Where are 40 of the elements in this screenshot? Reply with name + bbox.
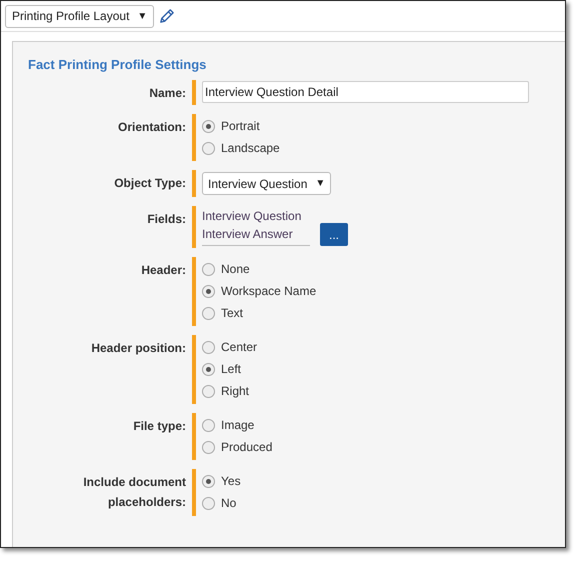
option-label[interactable]: Landscape [221, 141, 280, 155]
radio-button[interactable] [202, 340, 215, 354]
option-label[interactable]: No [221, 496, 236, 510]
option-label[interactable]: Portrait [221, 119, 260, 133]
radio-button[interactable] [202, 284, 215, 298]
radio-button[interactable] [202, 474, 215, 488]
browse-button[interactable]: ... [320, 223, 348, 246]
field-label: Object Type: [66, 170, 196, 197]
radio-button[interactable] [202, 306, 215, 320]
option-label[interactable]: Left [221, 362, 242, 376]
radio-button[interactable] [202, 120, 215, 132]
radio-button[interactable] [202, 362, 215, 376]
radio-button[interactable] [202, 496, 215, 510]
field-label: Include document placeholders: [66, 469, 196, 516]
option-label[interactable]: Workspace Name [221, 284, 316, 298]
field-label: Header position: [66, 335, 196, 404]
option-label[interactable]: Yes [221, 474, 241, 488]
option-label[interactable]: Image [221, 418, 254, 432]
field-label: File type: [66, 413, 196, 460]
object-type-dropdown[interactable]: Interview Question ▼ [202, 172, 332, 195]
option-label[interactable]: Center [221, 340, 258, 354]
field-value: Interview Answer [202, 226, 294, 243]
option-label[interactable]: Text [221, 306, 244, 320]
radio-button[interactable] [202, 142, 215, 154]
radio-button[interactable] [202, 384, 215, 398]
layout-dropdown[interactable]: Printing Profile Layout ▼ [5, 4, 154, 28]
name-input[interactable]: Interview Question Detail [202, 81, 529, 103]
field-value: Interview Question [202, 208, 302, 225]
option-label[interactable]: None [221, 262, 250, 276]
field-label: Orientation: [66, 114, 196, 161]
radio-button[interactable] [202, 440, 215, 454]
radio-button[interactable] [202, 418, 215, 432]
pencil-icon[interactable] [158, 8, 176, 24]
option-label[interactable]: Right [221, 384, 250, 398]
option-label[interactable]: Produced [221, 440, 272, 454]
field-label: Header: [66, 257, 196, 326]
field-label: Name: [66, 80, 196, 105]
radio-button[interactable] [202, 262, 215, 276]
field-label: Fields: [66, 206, 196, 248]
panel-title: Fact Printing Profile Settings [28, 57, 208, 72]
